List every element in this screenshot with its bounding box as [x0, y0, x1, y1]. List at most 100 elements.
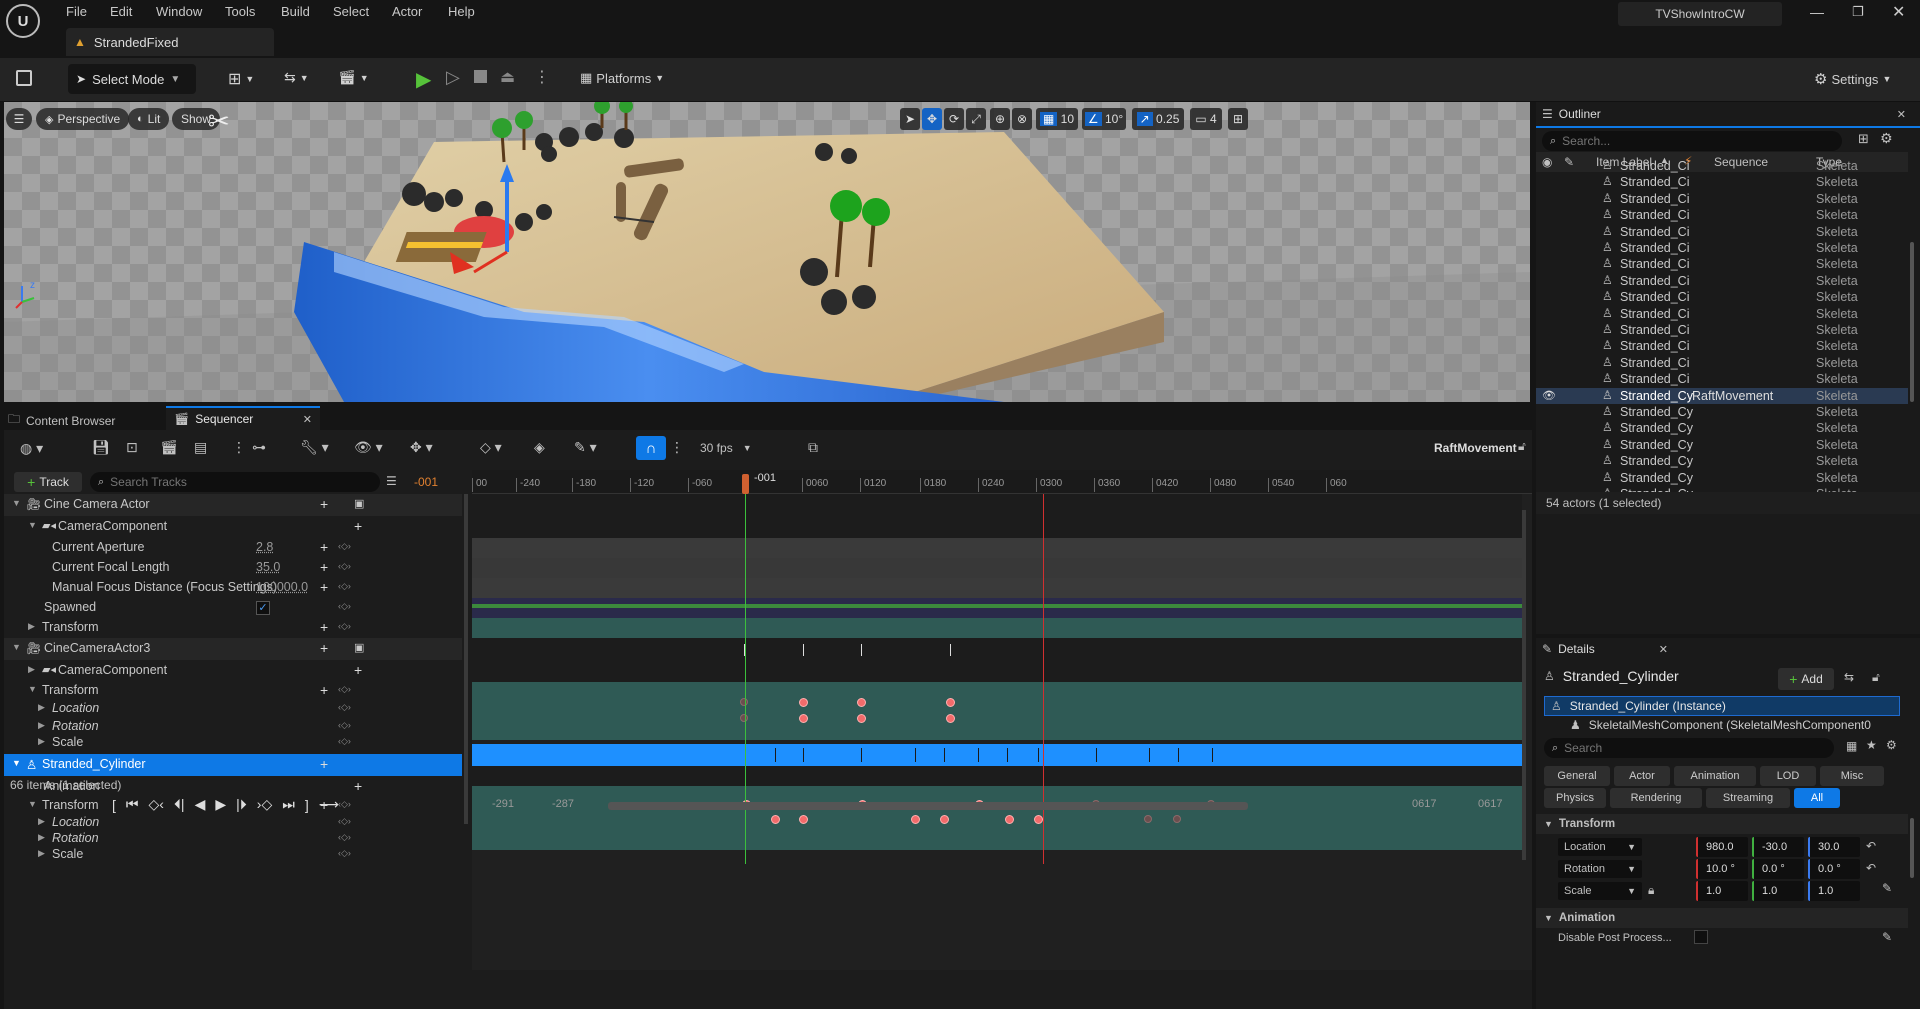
track-row[interactable]: ▶ Transform + ‹◇› — [4, 618, 462, 638]
outliner-row[interactable]: ♙ Stranded_Cy Skeleta — [1536, 404, 1908, 420]
sequencer-tab[interactable]: 🎬︎ Sequencer ✕ — [166, 406, 320, 430]
menu-file[interactable]: File — [66, 4, 87, 19]
expander-icon[interactable]: ▶ — [28, 621, 35, 632]
expander-icon[interactable]: ▶ — [28, 664, 35, 675]
key-tick[interactable] — [950, 644, 951, 656]
timeline-row-transform-2[interactable] — [472, 682, 1522, 740]
add-track-button[interactable]: + Track — [14, 472, 82, 492]
timeline-row-cine-camera[interactable] — [472, 494, 1522, 516]
key-tick[interactable] — [803, 644, 804, 656]
grid-snap-button[interactable]: ▦ 10 — [1036, 108, 1078, 130]
timeline-area[interactable]: 00 -240 -180 -120 -060 0060 0120 0180 0240 0300 03… — [472, 470, 1532, 970]
outliner-row[interactable]: ♙ Stranded_Ci Skeleta — [1536, 240, 1908, 256]
surface-snap-button[interactable]: ⊗ — [1012, 108, 1032, 130]
keyframe-transform-icon[interactable]: ✎ — [1882, 881, 1892, 895]
working-range-start[interactable]: -287 — [552, 798, 574, 810]
keyframe-icon[interactable]: ◇ ▾ — [480, 439, 502, 456]
key-tick[interactable] — [1007, 748, 1008, 762]
timeline-row-aperture[interactable] — [472, 538, 1522, 558]
keyframe[interactable] — [946, 698, 955, 707]
timeline-row-focal-length[interactable] — [472, 558, 1522, 578]
menu-build[interactable]: Build — [281, 4, 310, 19]
outliner-search-field[interactable] — [1562, 134, 1813, 148]
timeline-row-transform-3[interactable] — [472, 786, 1522, 850]
track-row[interactable]: ▼ 🎥︎ CineCameraActor3 + ▣ — [4, 638, 462, 660]
keyframe[interactable] — [940, 815, 949, 824]
outliner-row[interactable]: ♙ Stranded_Ci Skeleta — [1536, 355, 1908, 371]
transform-category[interactable]: ▼ Transform — [1536, 814, 1908, 834]
expander-icon[interactable]: ▶ — [38, 702, 45, 713]
key-tick[interactable] — [1038, 748, 1039, 762]
play-button[interactable]: ▶ — [416, 67, 431, 92]
track-row[interactable]: ▶ Scale ‹◇› — [4, 846, 462, 864]
instance-row[interactable]: ♙ Stranded_Cylinder (Instance) — [1544, 696, 1900, 716]
track-row[interactable]: Manual Focus Distance (Focus Settings) 10… — [4, 578, 462, 598]
minimize-icon[interactable]: — — [1810, 4, 1824, 20]
timeline-row-stranded-cylinder[interactable] — [472, 744, 1522, 766]
filter-icon[interactable]: ☰ — [386, 474, 397, 488]
outliner-scrollbar[interactable] — [1910, 242, 1914, 402]
key-navigation-icon[interactable]: ‹◇› — [338, 720, 351, 731]
add-key-icon[interactable]: + — [320, 619, 328, 635]
timeline-row-camera-component-2[interactable] — [472, 660, 1522, 682]
save-sequence-icon[interactable]: 💾︎ — [92, 439, 110, 456]
keyframe[interactable] — [799, 714, 808, 723]
outliner-row[interactable]: ♙ Stranded_Ci Skeleta — [1536, 322, 1908, 338]
play-options-button[interactable]: ⋮ — [534, 67, 550, 87]
outliner-row[interactable]: ♙ Stranded_Ci Skeleta — [1536, 371, 1908, 387]
filter-all[interactable]: All — [1794, 788, 1840, 808]
add-key-icon[interactable]: + — [354, 778, 362, 794]
key-navigation-icon[interactable]: ‹◇› — [338, 684, 351, 695]
timeline-horizontal-scrollbar[interactable] — [608, 802, 1248, 810]
settings-button[interactable]: ⚙ Settings ▼ — [1814, 70, 1891, 88]
view-range-end[interactable]: 0617 — [1478, 798, 1502, 810]
edit-curve-icon[interactable]: ✎ ▾ — [574, 439, 597, 456]
key-tick[interactable] — [944, 748, 945, 762]
scale-snap-button[interactable]: ↗ 0.25 — [1132, 108, 1184, 130]
translate-tool-button[interactable]: ✥ — [922, 108, 942, 130]
set-start-icon[interactable]: [ — [112, 797, 116, 813]
level-tab[interactable]: ▲ StrandedFixed — [66, 28, 274, 56]
reset-location-icon[interactable]: ↶ — [1866, 839, 1876, 853]
level-viewport[interactable]: z ☰ ◈ Perspective ◐ Lit Show ✂ ➤ ✥ ⟳ ⤢ ⊕ ⊗… — [4, 102, 1530, 402]
track-value[interactable]: 100000.0 — [256, 580, 308, 594]
key-tick[interactable] — [1096, 748, 1097, 762]
expander-icon[interactable]: ▶ — [38, 736, 45, 747]
close-window-icon[interactable]: ✕ — [1892, 2, 1905, 22]
fps-dropdown[interactable]: 30 fps ▼ — [700, 441, 752, 455]
transform-tool-icon[interactable]: ✥ ▾ — [410, 439, 433, 456]
eye-icon[interactable]: 👁︎ ▾ — [354, 439, 383, 456]
add-folder-icon[interactable]: ⊞ — [1858, 131, 1869, 147]
reset-rotation-icon[interactable]: ↶ — [1866, 861, 1876, 875]
menu-select[interactable]: Select — [333, 4, 369, 19]
location-x-input[interactable]: 980.0 — [1696, 837, 1748, 857]
step-back-icon[interactable]: ⏴| — [174, 796, 185, 813]
outliner-search-input[interactable]: ⌕ — [1542, 131, 1842, 151]
keyframe[interactable] — [799, 815, 808, 824]
outliner-settings-icon[interactable]: ⚙ — [1880, 130, 1893, 147]
expander-icon[interactable]: ▼ — [12, 642, 21, 652]
key-navigation-icon[interactable]: ‹◇› — [338, 848, 351, 859]
favorite-star-icon[interactable]: ★ — [1866, 738, 1877, 752]
track-row[interactable]: ▶ Scale ‹◇› — [4, 734, 462, 752]
expander-icon[interactable]: ▶ — [38, 720, 45, 731]
key-navigation-icon[interactable]: ‹◇› — [338, 832, 351, 843]
add-key-icon[interactable]: + — [320, 559, 328, 575]
hierarchy-icon[interactable]: ⊶ — [252, 439, 266, 456]
add-key-icon[interactable]: + — [320, 640, 328, 656]
add-key-icon[interactable]: + — [320, 756, 328, 772]
timeline-row-focus-distance[interactable] — [472, 578, 1522, 598]
select-mode-dropdown[interactable]: ➤ Select Mode ▼ — [68, 64, 196, 94]
keyframe[interactable] — [740, 714, 748, 722]
timeline-row-transform[interactable] — [472, 618, 1522, 638]
key-tick[interactable] — [1178, 748, 1179, 762]
keyframe[interactable] — [911, 815, 920, 824]
key-tick[interactable] — [1212, 748, 1213, 762]
rotation-z-input[interactable]: 0.0 ° — [1808, 859, 1860, 879]
key-navigation-icon[interactable]: ‹◇› — [338, 799, 351, 810]
jump-to-end-icon[interactable]: ⏭ — [282, 796, 295, 813]
scale-tool-button[interactable]: ⤢ — [966, 108, 986, 130]
add-key-icon[interactable]: + — [354, 662, 362, 678]
filter-actor[interactable]: Actor — [1614, 766, 1670, 786]
camera-cut-icon[interactable]: ▤ — [194, 439, 207, 456]
